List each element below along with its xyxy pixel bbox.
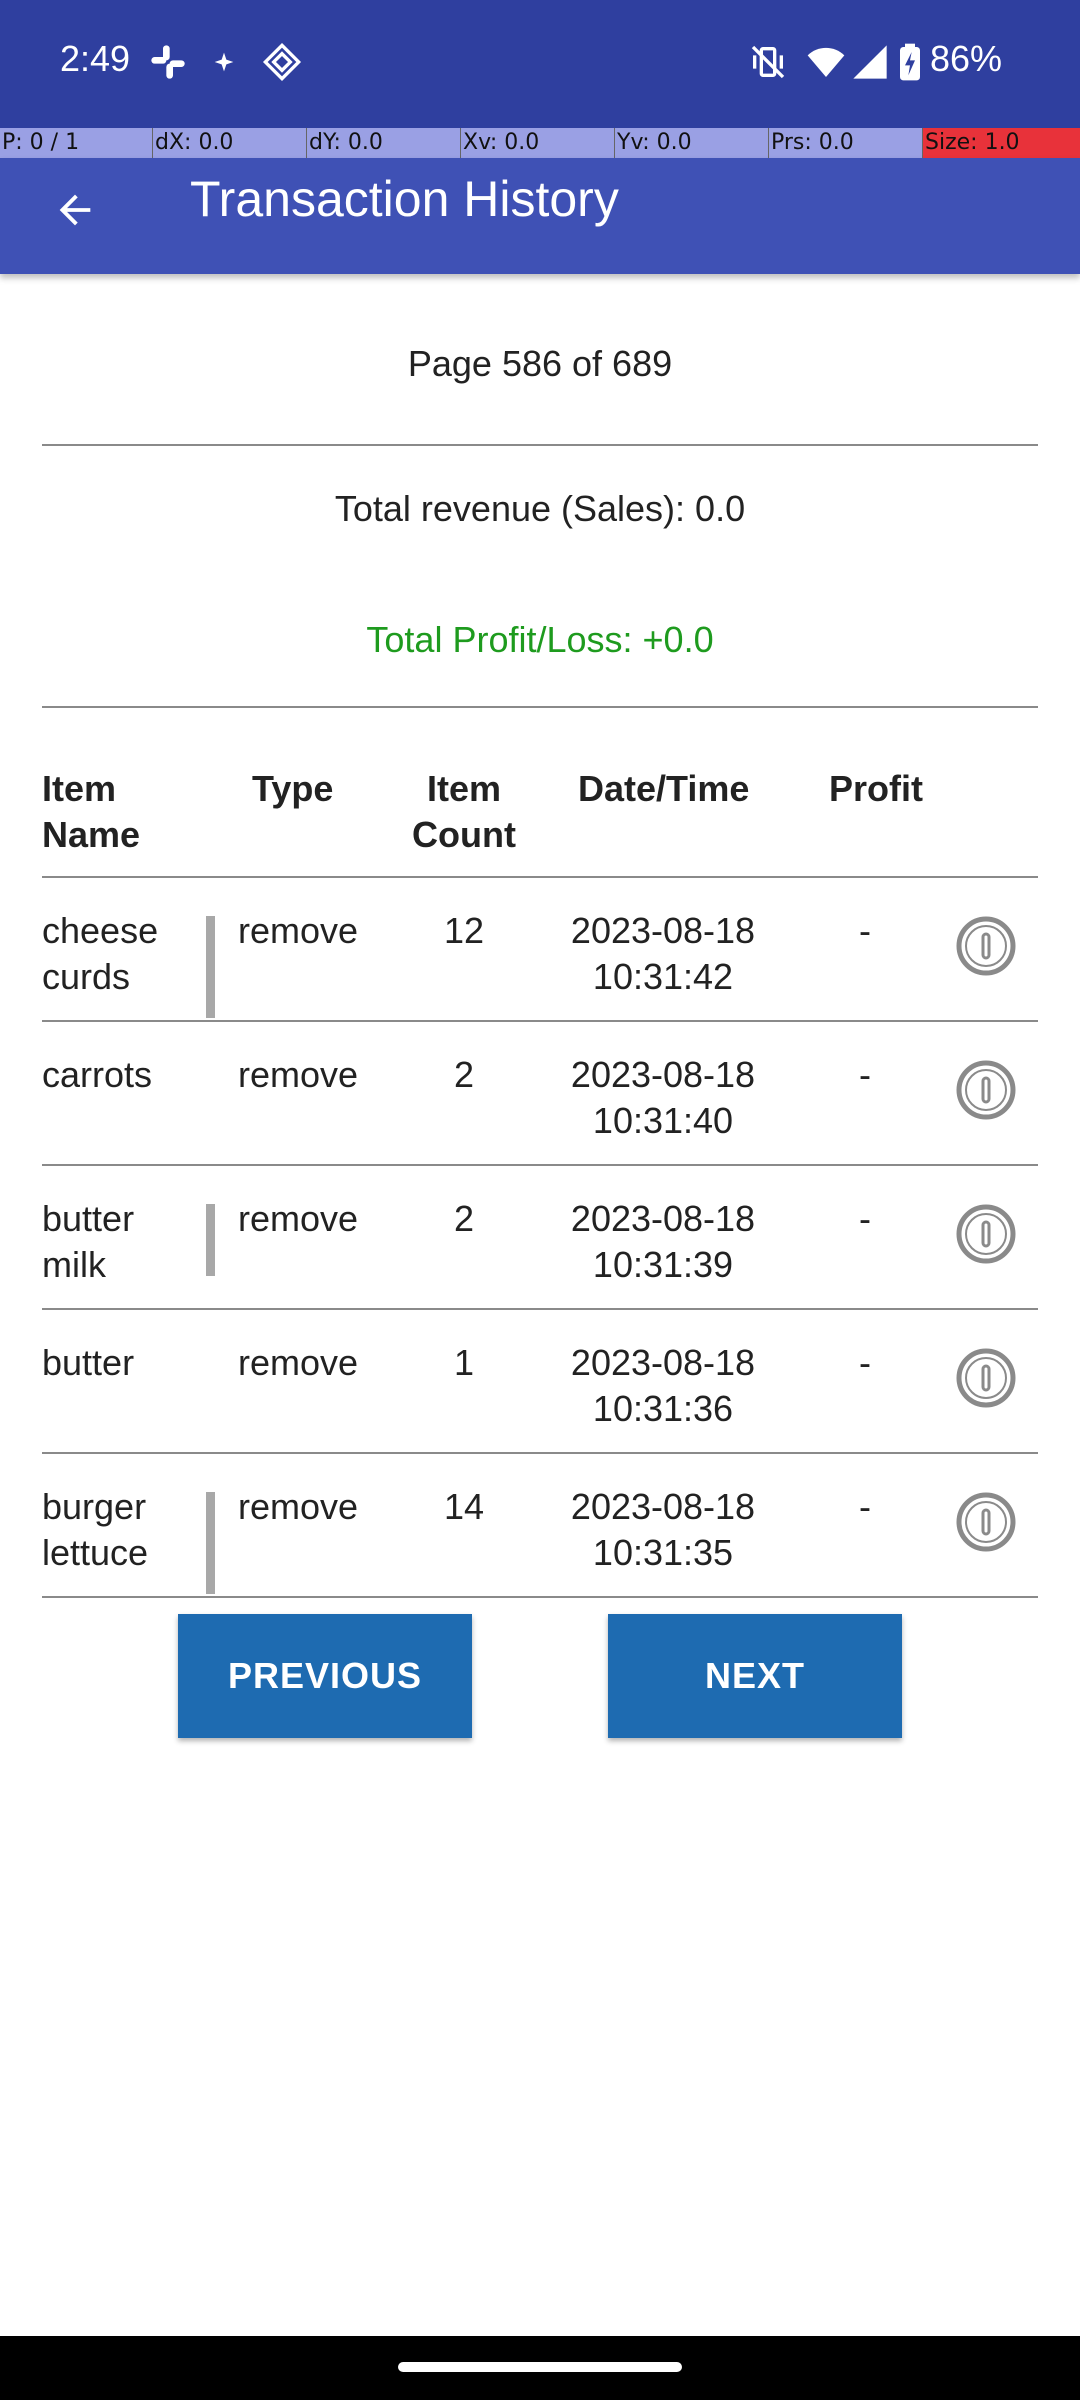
row-divider xyxy=(42,1596,1038,1598)
item-time: 10:31:42 xyxy=(592,956,734,997)
table-row[interactable]: butter remove 1 2023-08-18 10:31:36 - xyxy=(0,1310,1080,1454)
app-bar: Transaction History xyxy=(0,158,1080,274)
status-time: 2:49 xyxy=(60,38,131,79)
item-name-line1: carrots xyxy=(42,1054,153,1095)
pointer-pressure: Prs: 0.0 xyxy=(769,128,923,158)
item-datetime: 2023-08-18 10:31:36 xyxy=(543,1340,783,1432)
total-revenue: Total revenue (Sales): 0.0 xyxy=(334,488,746,529)
header-item-name: Item Name xyxy=(42,766,140,858)
item-time: 10:31:36 xyxy=(592,1388,734,1429)
sparkle-icon xyxy=(214,52,234,72)
header-item-count: Item Count xyxy=(404,766,524,858)
item-count: 14 xyxy=(443,1486,485,1527)
info-icon[interactable] xyxy=(956,916,1016,976)
previous-button[interactable]: PREVIOUS xyxy=(178,1614,472,1738)
item-name-line2: lettuce xyxy=(42,1532,149,1573)
battery-charging-icon xyxy=(900,43,920,81)
item-type: remove xyxy=(238,1342,359,1383)
item-date: 2023-08-18 xyxy=(570,1054,756,1095)
header-date-time: Date/Time xyxy=(578,768,750,809)
item-type: remove xyxy=(238,1486,359,1527)
item-date: 2023-08-18 xyxy=(570,1342,756,1383)
home-gesture-handle[interactable] xyxy=(398,2362,682,2372)
wifi-icon xyxy=(807,47,845,77)
scroll-indicator xyxy=(206,916,215,1018)
item-datetime: 2023-08-18 10:31:35 xyxy=(543,1484,783,1576)
pointer-size: Size: 1.0 xyxy=(923,128,1080,158)
pointer-dy: dY: 0.0 xyxy=(307,128,461,158)
item-name-line1: butter xyxy=(42,1342,135,1383)
item-time: 10:31:40 xyxy=(592,1100,734,1141)
vibrate-off-icon xyxy=(751,45,785,79)
item-name-line1: cheese xyxy=(42,910,159,951)
item-datetime: 2023-08-18 10:31:40 xyxy=(543,1052,783,1144)
divider xyxy=(42,706,1038,708)
signal-icon xyxy=(853,45,887,79)
pointer-count: P: 0 / 1 xyxy=(0,128,153,158)
scroll-indicator xyxy=(206,1492,215,1594)
page-title: Transaction History xyxy=(190,171,619,227)
header-item-count-line1: Item xyxy=(426,768,502,809)
item-profit: - xyxy=(859,1342,871,1383)
item-name-line1: burger xyxy=(42,1486,147,1527)
table-row[interactable]: cheese curds remove 12 2023-08-18 10:31:… xyxy=(0,878,1080,1022)
next-button[interactable]: NEXT xyxy=(608,1614,902,1738)
total-profit-loss: Total Profit/Loss: +0.0 xyxy=(366,619,714,660)
item-datetime: 2023-08-18 10:31:39 xyxy=(543,1196,783,1288)
item-name-line1: butter xyxy=(42,1198,135,1239)
arrow-back-icon xyxy=(59,194,91,226)
item-date: 2023-08-18 xyxy=(570,1486,756,1527)
navigation-bar xyxy=(0,2336,1080,2400)
item-count: 12 xyxy=(443,910,485,951)
item-name: carrots xyxy=(42,1052,192,1098)
info-icon[interactable] xyxy=(956,1348,1016,1408)
item-profit: - xyxy=(859,1054,871,1095)
info-icon[interactable] xyxy=(956,1492,1016,1552)
header-item-name-line2: Name xyxy=(42,814,141,855)
pointer-dx: dX: 0.0 xyxy=(153,128,307,158)
item-type: remove xyxy=(238,910,359,951)
page-indicator: Page 586 of 689 xyxy=(407,343,673,384)
battery-percentage: 86% xyxy=(929,38,1002,79)
item-name: butter xyxy=(42,1340,192,1386)
table-row[interactable]: butter milk remove 2 2023-08-18 10:31:39… xyxy=(0,1166,1080,1310)
item-datetime: 2023-08-18 10:31:42 xyxy=(543,908,783,1000)
item-profit: - xyxy=(859,910,871,951)
back-button[interactable] xyxy=(40,180,110,240)
table-row[interactable]: carrots remove 2 2023-08-18 10:31:40 - xyxy=(0,1022,1080,1166)
item-date: 2023-08-18 xyxy=(570,1198,756,1239)
item-type: remove xyxy=(238,1054,359,1095)
header-type: Type xyxy=(252,768,334,809)
item-time: 10:31:35 xyxy=(592,1532,734,1573)
item-profit: - xyxy=(859,1198,871,1239)
item-name-line2: milk xyxy=(42,1244,106,1285)
item-count: 1 xyxy=(453,1342,475,1383)
pointer-location-overlay: P: 0 / 1 dX: 0.0 dY: 0.0 Xv: 0.0 Yv: 0.0… xyxy=(0,128,1080,158)
diamond-app-icon xyxy=(262,42,302,82)
divider xyxy=(42,444,1038,446)
item-name: burger lettuce xyxy=(42,1484,192,1576)
info-icon[interactable] xyxy=(956,1060,1016,1120)
scroll-indicator xyxy=(206,1204,215,1276)
status-bar: 2:49 86% xyxy=(0,0,1080,128)
item-time: 10:31:39 xyxy=(592,1244,734,1285)
info-icon[interactable] xyxy=(956,1204,1016,1264)
item-count: 2 xyxy=(453,1198,475,1239)
item-name-line2: curds xyxy=(42,956,131,997)
header-item-count-line2: Count xyxy=(412,814,516,855)
item-count: 2 xyxy=(453,1054,475,1095)
item-profit: - xyxy=(859,1486,871,1527)
item-date: 2023-08-18 xyxy=(570,910,756,951)
pointer-yv: Yv: 0.0 xyxy=(615,128,769,158)
header-item-name-line1: Item xyxy=(42,768,117,809)
item-type: remove xyxy=(238,1198,359,1239)
table-row[interactable]: burger lettuce remove 14 2023-08-18 10:3… xyxy=(0,1454,1080,1598)
pointer-xv: Xv: 0.0 xyxy=(461,128,615,158)
slack-icon xyxy=(151,45,185,79)
item-name: butter milk xyxy=(42,1196,192,1288)
item-name: cheese curds xyxy=(42,908,192,1000)
header-profit: Profit xyxy=(829,768,923,809)
